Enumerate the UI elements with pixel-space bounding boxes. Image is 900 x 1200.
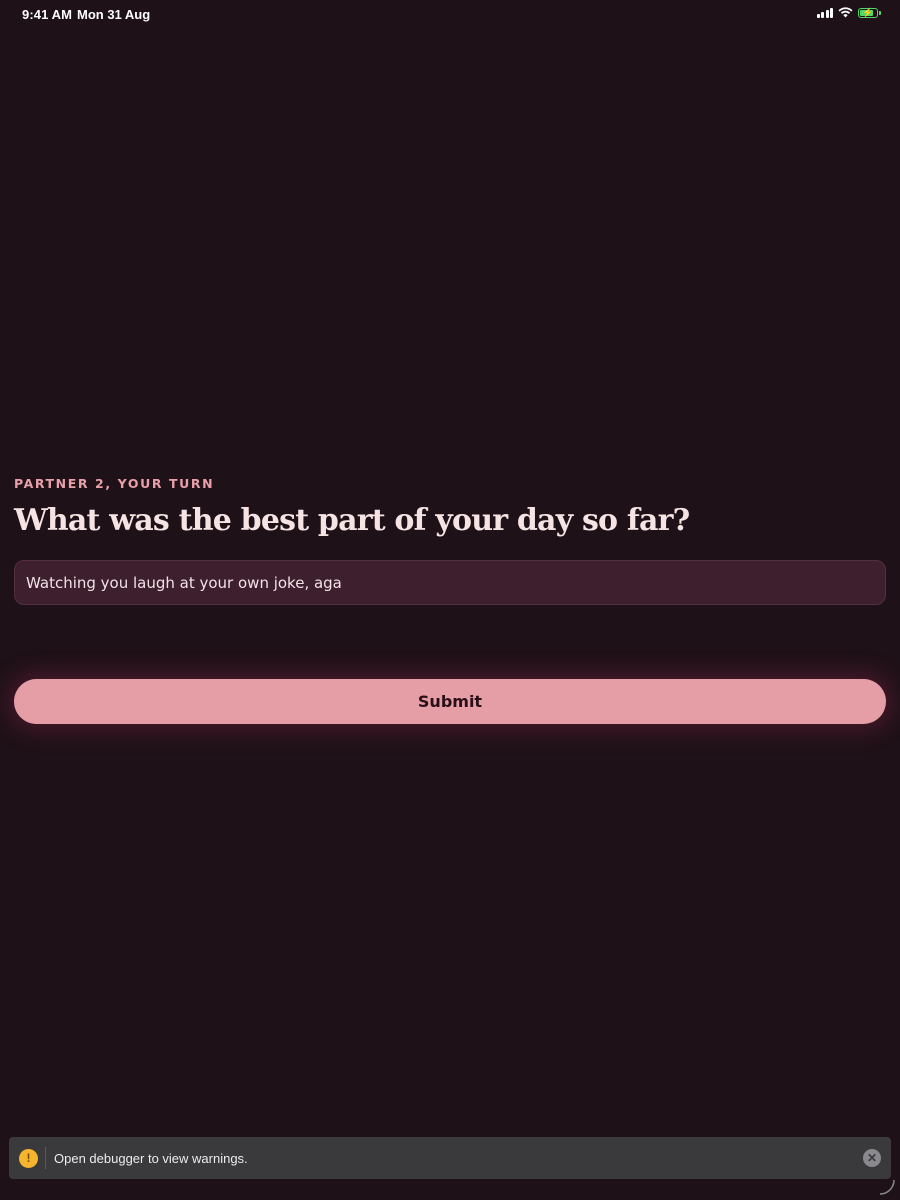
prompt-block: PARTNER 2, YOUR TURN What was the best p… — [14, 476, 886, 540]
warning-icon: ! — [19, 1148, 38, 1168]
battery-charging-icon: ⚡ — [858, 7, 881, 18]
resize-handle-icon — [879, 1179, 895, 1195]
status-icons: ⚡ — [816, 7, 881, 18]
wifi-icon — [838, 7, 853, 18]
app-screen: 9:41 AM Mon 31 Aug ⚡ PARTNER 2, YOUR TUR… — [0, 0, 900, 1200]
status-date: Mon 31 Aug — [77, 7, 151, 22]
toast-message: Open debugger to view warnings. — [54, 1150, 248, 1166]
cellular-signal-icon — [816, 7, 833, 18]
question-heading: What was the best part of your day so fa… — [14, 503, 690, 538]
close-icon[interactable]: ✕ — [863, 1149, 881, 1167]
toast-divider — [45, 1147, 46, 1169]
status-time: 9:41 AM — [22, 7, 73, 22]
submit-button[interactable]: Submit — [14, 679, 886, 724]
turn-label: PARTNER 2, YOUR TURN — [14, 476, 215, 491]
debug-toast[interactable]: ! Open debugger to view warnings. ✕ — [9, 1137, 891, 1179]
status-bar: 9:41 AM Mon 31 Aug ⚡ — [0, 0, 900, 28]
answer-input[interactable] — [14, 560, 886, 605]
